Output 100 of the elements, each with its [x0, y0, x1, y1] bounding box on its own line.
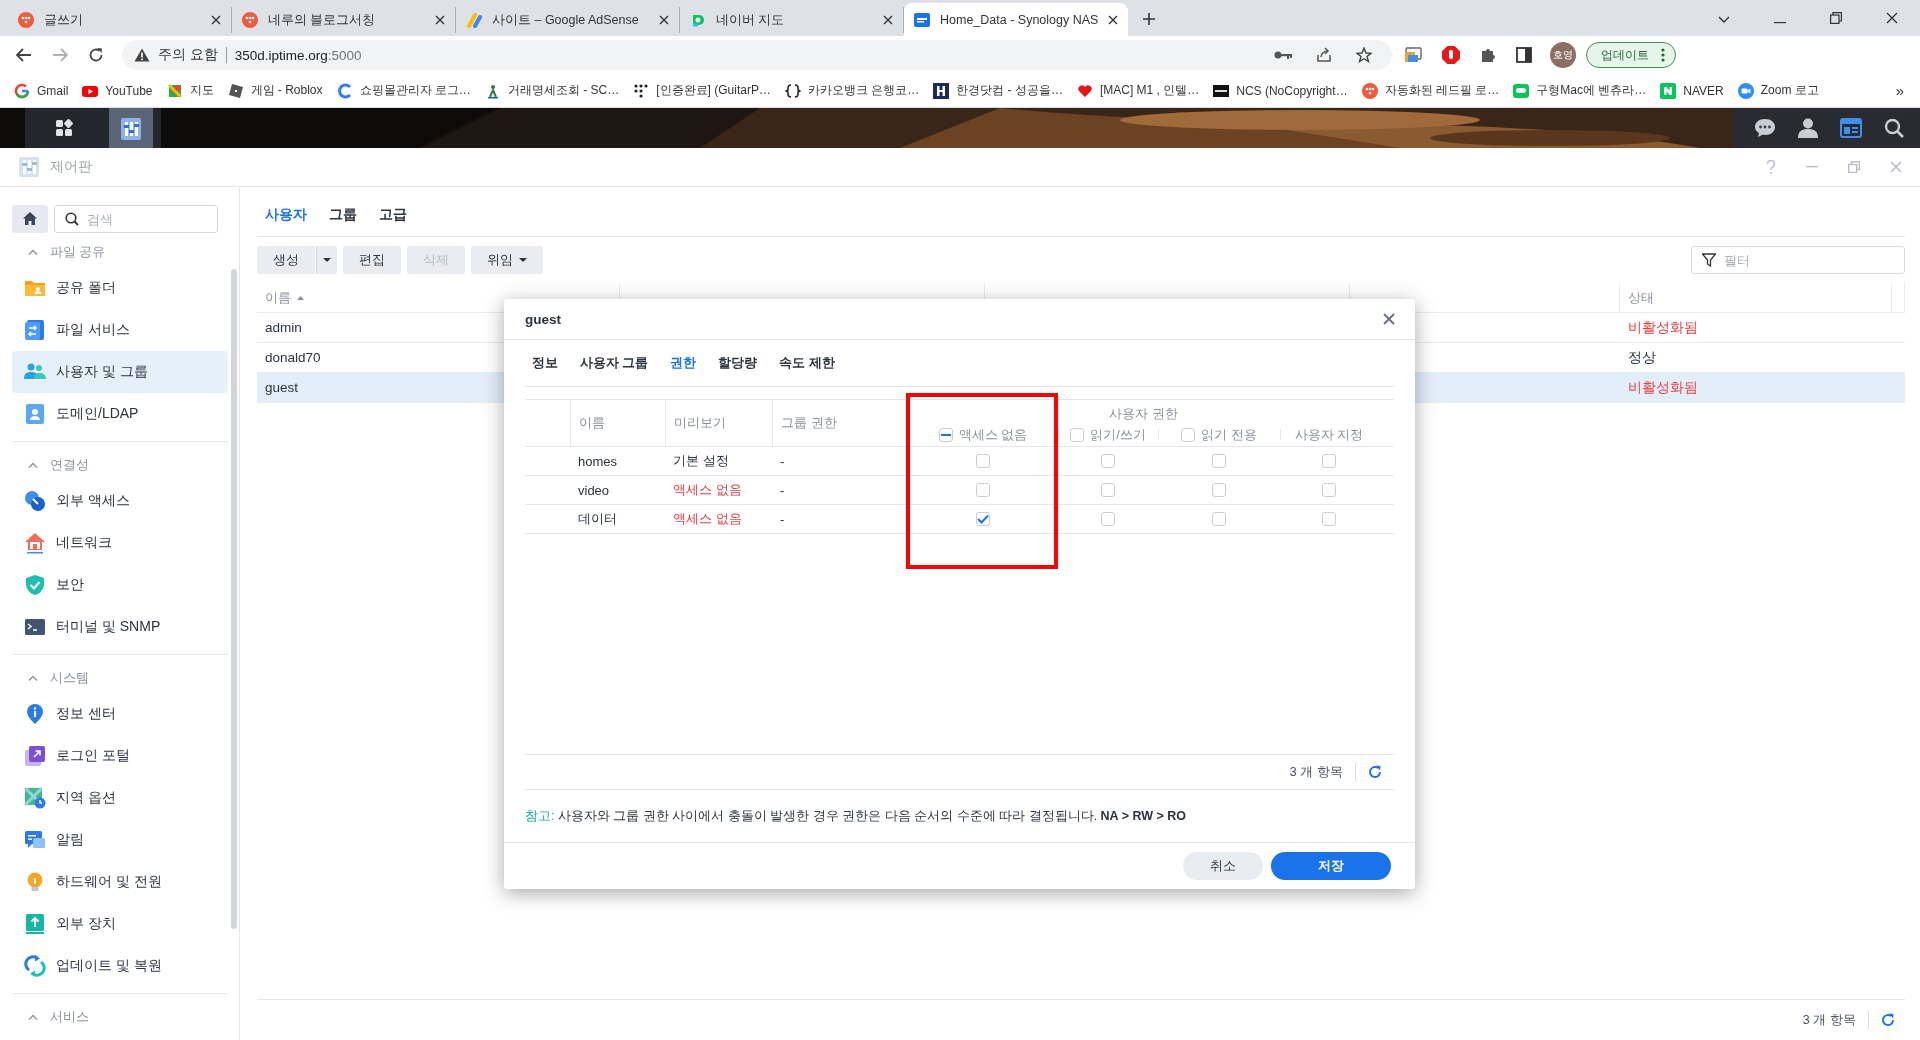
sidebar-item[interactable]: 터미널 및 SNMP: [12, 606, 228, 648]
bookmark[interactable]: NAVER: [1660, 82, 1724, 99]
close-icon[interactable]: [211, 15, 221, 25]
search-field[interactable]: 검색: [54, 205, 218, 233]
refresh-icon[interactable]: [1368, 765, 1382, 779]
sidebar-item[interactable]: 네트워크: [12, 522, 228, 564]
tab[interactable]: 그룹: [329, 200, 357, 229]
refresh-icon[interactable]: [1881, 1013, 1895, 1027]
tab[interactable]: 사용자 그룹: [580, 354, 649, 372]
address-bar[interactable]: 주의 요함 350d.iptime.org:5000: [122, 40, 1392, 70]
checkbox[interactable]: [1181, 427, 1196, 442]
close-icon[interactable]: [435, 15, 445, 25]
back-arrow-icon[interactable]: [16, 48, 32, 62]
browser-tab[interactable]: 사이트 – Google AdSense: [456, 7, 680, 33]
grid-icon[interactable]: [55, 119, 73, 137]
tab[interactable]: 정보: [532, 354, 558, 372]
checkbox[interactable]: [1322, 512, 1336, 526]
close-icon[interactable]: [1108, 14, 1118, 25]
close-icon[interactable]: [883, 15, 893, 25]
checkbox[interactable]: [1322, 483, 1336, 497]
sidebar-item[interactable]: 알림: [12, 819, 228, 861]
share-icon[interactable]: [1316, 47, 1332, 63]
search-icon[interactable]: [1884, 118, 1904, 138]
checkbox[interactable]: [1322, 454, 1336, 468]
toolbar-button[interactable]: 생성: [257, 246, 315, 274]
sidebar-item[interactable]: 보안: [12, 564, 228, 606]
save-button[interactable]: 저장: [1271, 852, 1391, 880]
sidebar-item[interactable]: 정보 센터: [12, 693, 228, 735]
bookmark[interactable]: Zoom 로고: [1737, 82, 1819, 99]
sidebar-item[interactable]: 지역 옵션: [12, 777, 228, 819]
toolbar-button[interactable]: 위임: [471, 246, 543, 274]
restore-icon[interactable]: [1830, 12, 1842, 24]
toolbar-button[interactable]: 편집: [343, 246, 401, 274]
bookmark[interactable]: Gmail: [14, 82, 69, 99]
tab[interactable]: 고급: [379, 200, 407, 229]
plus-icon[interactable]: [1142, 12, 1156, 26]
browser-tab[interactable]: 네루의 블로그서칭: [232, 7, 456, 33]
table-cell: 데이터: [570, 505, 665, 534]
bookmark[interactable]: [인증완료] (GuitarP…: [633, 82, 771, 99]
widget-icon[interactable]: [1840, 118, 1862, 138]
filter-field[interactable]: 필터: [1691, 246, 1905, 274]
sidebar-item[interactable]: 업데이트 및 복원: [12, 945, 228, 987]
stop-hand-icon[interactable]: [1442, 46, 1460, 64]
cancel-button[interactable]: 취소: [1183, 852, 1263, 880]
bookmark[interactable]: YouTube: [82, 82, 153, 99]
checkbox[interactable]: [1212, 512, 1226, 526]
tab[interactable]: 속도 제한: [779, 354, 835, 372]
dropdown-button[interactable]: [316, 246, 337, 274]
chevron-down-icon[interactable]: [1718, 16, 1730, 24]
checkbox[interactable]: [1101, 483, 1115, 497]
bookmark[interactable]: 자동화된 레드필 로…: [1361, 82, 1500, 99]
tab[interactable]: 할당량: [718, 354, 758, 372]
chat-icon[interactable]: [1754, 118, 1776, 138]
checkbox[interactable]: [1101, 454, 1115, 468]
close-icon[interactable]: [1886, 12, 1898, 24]
update-button[interactable]: 업데이트: [1586, 42, 1676, 68]
sidebar-item[interactable]: 사용자 및 그룹: [12, 351, 228, 393]
cast-icon[interactable]: [1404, 47, 1422, 63]
checkbox[interactable]: [938, 427, 953, 442]
sidebar-item[interactable]: 공유 폴더: [12, 267, 228, 309]
bookmark[interactable]: 한경닷컴 - 성공을…: [933, 82, 1063, 99]
control-panel-taskbar-button[interactable]: [109, 108, 153, 148]
bookmark[interactable]: 지도: [166, 82, 214, 99]
sidebar-item[interactable]: 외부 장치: [12, 903, 228, 945]
checkbox[interactable]: [976, 512, 990, 526]
side-panel-icon[interactable]: [1516, 47, 1532, 63]
home-icon[interactable]: [12, 205, 48, 233]
checkbox[interactable]: [1212, 454, 1226, 468]
bookmark[interactable]: 게임 - Roblox: [227, 82, 323, 99]
sidebar-item[interactable]: 외부 액세스: [12, 480, 228, 522]
minimize-icon[interactable]: [1774, 22, 1786, 24]
bookmark[interactable]: 카카오뱅크 은행코…: [784, 82, 920, 99]
bookmark[interactable]: 구형Mac에 벤츄라…: [1513, 82, 1647, 99]
bookmark[interactable]: 쇼핑몰관리자 로그…: [336, 82, 471, 99]
browser-tab[interactable]: 글쓰기: [8, 7, 232, 33]
tab[interactable]: 사용자: [265, 200, 307, 229]
browser-tab[interactable]: Home_Data - Synology NAS: [904, 3, 1128, 36]
more-bookmarks-button[interactable]: »: [1887, 82, 1912, 99]
reload-icon[interactable]: [88, 47, 104, 63]
bookmark[interactable]: 거래명세조회 - SC…: [484, 82, 620, 99]
checkbox[interactable]: [1070, 427, 1085, 442]
bookmark[interactable]: [MAC] M1 , 인텔…: [1076, 82, 1200, 99]
checkbox[interactable]: [976, 454, 990, 468]
sidebar-item[interactable]: 하드웨어 및 전원: [12, 861, 228, 903]
user-icon[interactable]: [1798, 118, 1818, 138]
puzzle-icon[interactable]: [1480, 47, 1496, 63]
sidebar-item[interactable]: 로그인 포털: [12, 735, 228, 777]
checkbox[interactable]: [976, 483, 990, 497]
sidebar-item[interactable]: 도메인/LDAP: [12, 393, 228, 435]
table-cell: admin: [265, 320, 302, 335]
close-icon[interactable]: [659, 15, 669, 25]
key-icon[interactable]: [1274, 50, 1292, 60]
tab[interactable]: 권한: [670, 354, 697, 372]
bookmark[interactable]: NCS (NoCopyright…: [1213, 82, 1348, 99]
profile-avatar[interactable]: 호영: [1550, 42, 1576, 68]
checkbox[interactable]: [1101, 512, 1115, 526]
star-icon[interactable]: [1356, 47, 1372, 63]
checkbox[interactable]: [1212, 483, 1226, 497]
scrollbar[interactable]: [231, 269, 237, 929]
sidebar-item[interactable]: 파일 서비스: [12, 309, 228, 351]
